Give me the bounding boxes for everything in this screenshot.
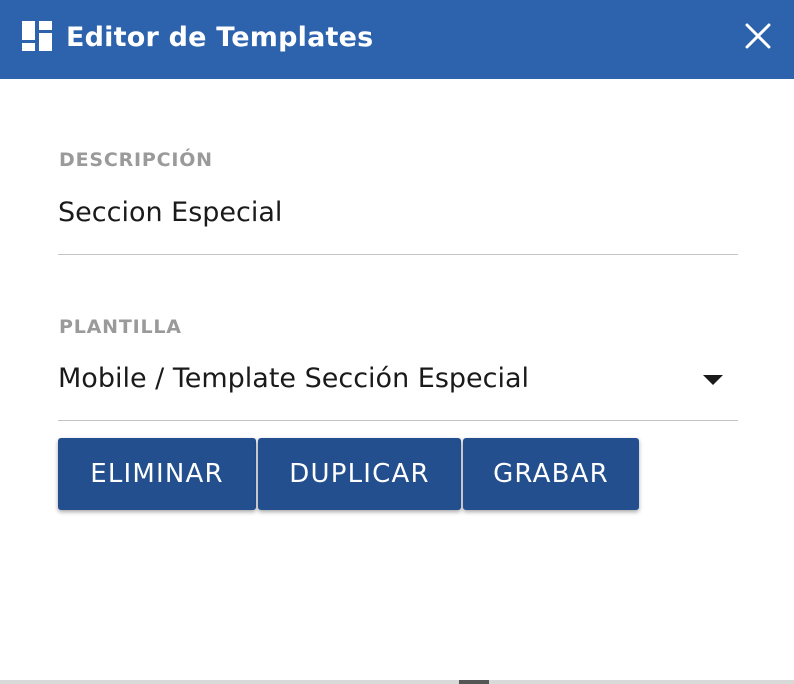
bottom-border	[0, 680, 794, 684]
dashboard-grid-icon	[22, 21, 52, 51]
duplicate-button[interactable]: DUPLICAR	[258, 438, 461, 510]
template-underline	[58, 420, 738, 421]
description-label: DESCRIPCIÓN	[59, 149, 213, 171]
template-select[interactable]: PLANTILLA Mobile / Template Sección Espe…	[58, 311, 738, 423]
caret-down-icon[interactable]	[703, 375, 723, 385]
template-editor-dialog: Editor de Templates DESCRIPCIÓN Seccion …	[0, 0, 794, 684]
dialog-title: Editor de Templates	[66, 22, 374, 53]
delete-button[interactable]: ELIMINAR	[58, 438, 256, 510]
description-field[interactable]: DESCRIPCIÓN Seccion Especial	[58, 145, 738, 257]
close-icon[interactable]	[744, 22, 772, 50]
template-label: PLANTILLA	[59, 316, 182, 338]
scroll-indicator	[459, 680, 489, 684]
title-bar: Editor de Templates	[0, 0, 794, 79]
save-button[interactable]: GRABAR	[463, 438, 639, 510]
template-selected-value[interactable]: Mobile / Template Sección Especial	[58, 361, 529, 397]
description-underline	[58, 254, 738, 255]
description-input[interactable]: Seccion Especial	[58, 195, 282, 231]
